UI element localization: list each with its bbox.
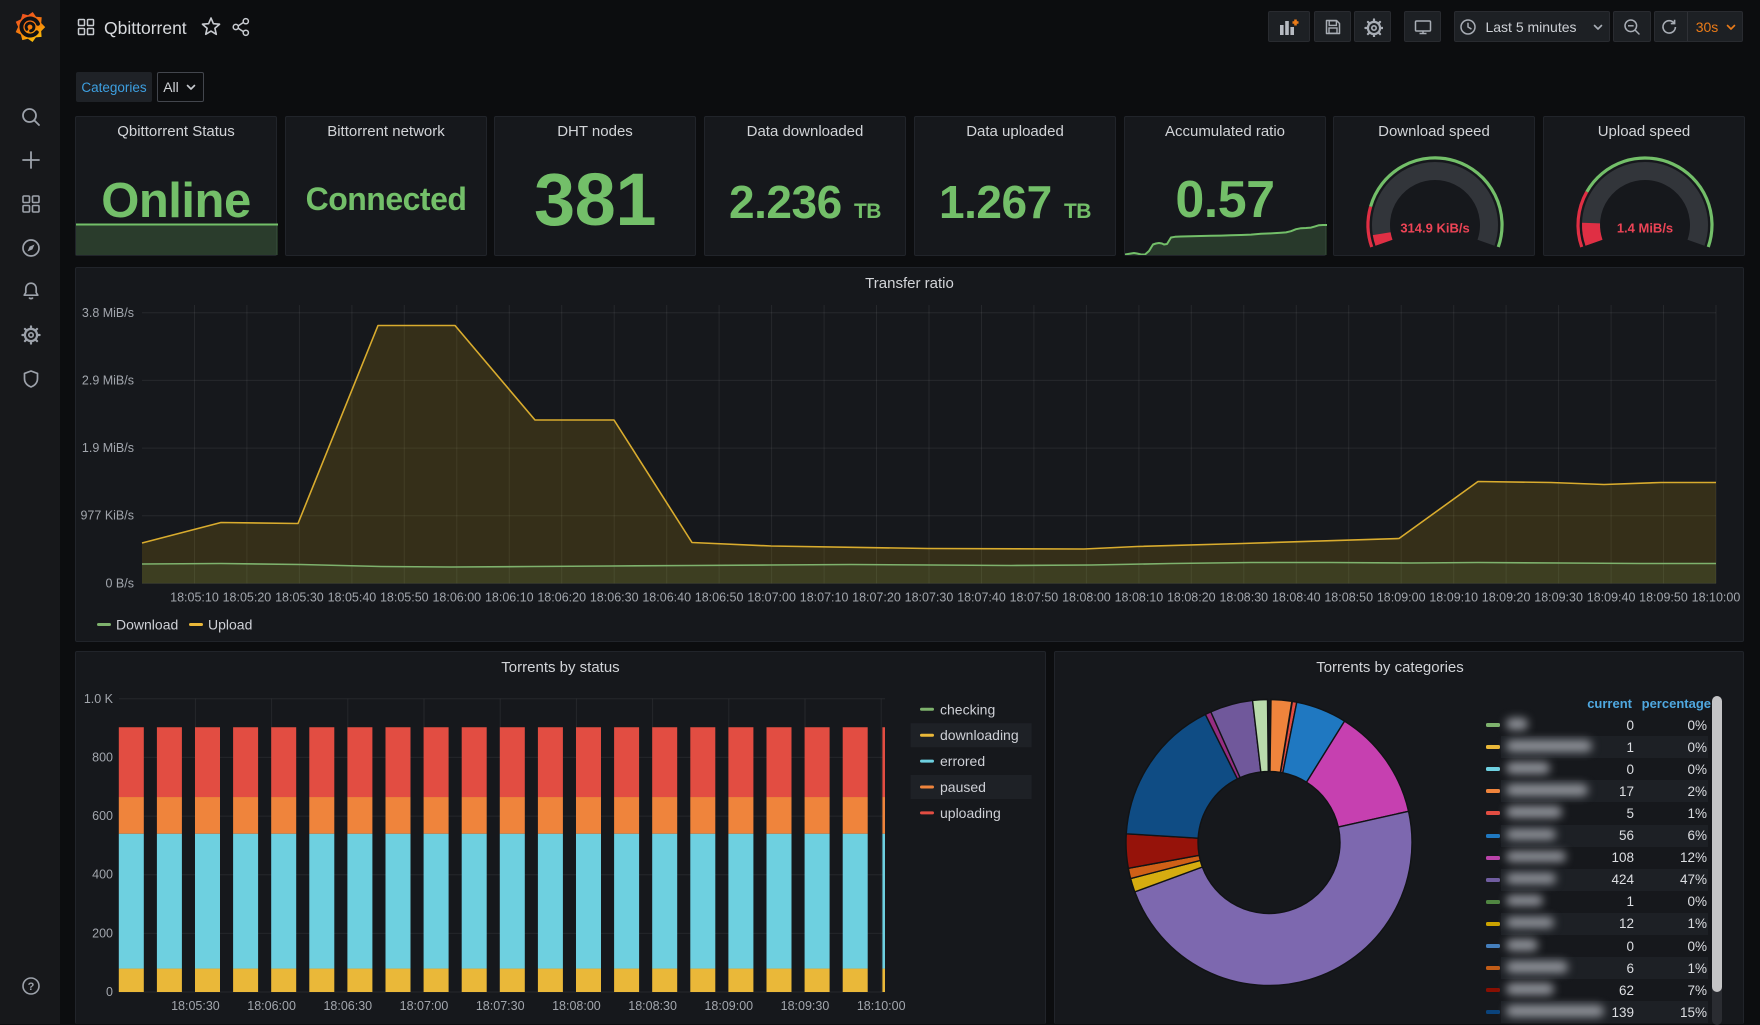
svg-text:checking: checking	[940, 701, 995, 717]
svg-text:18:05:10: 18:05:10	[170, 590, 219, 604]
svg-text:977 KiB/s: 977 KiB/s	[80, 509, 134, 523]
svg-text:18:09:00: 18:09:00	[704, 999, 753, 1013]
svg-text:18:09:10: 18:09:10	[1429, 590, 1478, 604]
svg-text:18:06:20: 18:06:20	[537, 590, 586, 604]
svg-text:3.8 MiB/s: 3.8 MiB/s	[82, 306, 134, 320]
svg-text:1.4 MiB/s: 1.4 MiB/s	[1617, 221, 1673, 236]
svg-text:18:09:00: 18:09:00	[1377, 590, 1426, 604]
svg-text:18:06:30: 18:06:30	[323, 999, 372, 1013]
svg-text:18:07:10: 18:07:10	[800, 590, 849, 604]
svg-text:2.9 MiB/s: 2.9 MiB/s	[82, 373, 134, 387]
svg-text:18:06:40: 18:06:40	[642, 590, 691, 604]
svg-text:18:08:40: 18:08:40	[1272, 590, 1321, 604]
svg-text:18:08:30: 18:08:30	[1219, 590, 1268, 604]
svg-text:18:05:30: 18:05:30	[275, 590, 324, 604]
svg-text:18:07:30: 18:07:30	[905, 590, 954, 604]
svg-text:18:05:20: 18:05:20	[223, 590, 272, 604]
svg-text:18:05:50: 18:05:50	[380, 590, 429, 604]
svg-text:600: 600	[92, 809, 113, 823]
svg-text:0 B/s: 0 B/s	[106, 576, 135, 590]
svg-text:18:10:00: 18:10:00	[1692, 590, 1741, 604]
svg-text:18:05:30: 18:05:30	[171, 999, 220, 1013]
svg-text:18:08:50: 18:08:50	[1324, 590, 1373, 604]
svg-text:18:08:10: 18:08:10	[1115, 590, 1164, 604]
svg-text:1.9 MiB/s: 1.9 MiB/s	[82, 441, 134, 455]
svg-text:18:09:40: 18:09:40	[1587, 590, 1636, 604]
svg-text:18:07:20: 18:07:20	[852, 590, 901, 604]
svg-text:downloading: downloading	[940, 727, 1019, 743]
svg-text:18:07:00: 18:07:00	[747, 590, 796, 604]
svg-text:18:06:50: 18:06:50	[695, 590, 744, 604]
svg-text:314.9 KiB/s: 314.9 KiB/s	[1400, 221, 1469, 236]
svg-text:uploading: uploading	[940, 805, 1001, 821]
svg-text:400: 400	[92, 868, 113, 882]
svg-text:800: 800	[92, 750, 113, 764]
svg-text:18:09:30: 18:09:30	[1534, 590, 1583, 604]
svg-text:200: 200	[92, 926, 113, 940]
svg-text:18:08:30: 18:08:30	[628, 999, 677, 1013]
svg-text:18:09:20: 18:09:20	[1482, 590, 1531, 604]
svg-text:?: ?	[28, 981, 35, 993]
svg-text:18:07:00: 18:07:00	[400, 999, 449, 1013]
svg-text:18:07:40: 18:07:40	[957, 590, 1006, 604]
svg-text:Download: Download	[116, 617, 178, 633]
svg-text:18:07:30: 18:07:30	[476, 999, 525, 1013]
svg-text:18:05:40: 18:05:40	[328, 590, 377, 604]
svg-text:errored: errored	[940, 753, 985, 769]
svg-text:18:09:50: 18:09:50	[1639, 590, 1688, 604]
svg-text:1.0 K: 1.0 K	[84, 692, 114, 706]
svg-text:18:06:00: 18:06:00	[247, 999, 296, 1013]
svg-text:18:07:50: 18:07:50	[1010, 590, 1059, 604]
svg-text:18:08:20: 18:08:20	[1167, 590, 1216, 604]
svg-text:18:09:30: 18:09:30	[781, 999, 830, 1013]
svg-text:18:08:00: 18:08:00	[1062, 590, 1111, 604]
svg-text:18:08:00: 18:08:00	[552, 999, 601, 1013]
svg-text:18:10:00: 18:10:00	[857, 999, 906, 1013]
svg-text:18:06:30: 18:06:30	[590, 590, 639, 604]
svg-text:0: 0	[106, 985, 113, 999]
svg-text:Upload: Upload	[208, 617, 252, 633]
svg-text:paused: paused	[940, 779, 986, 795]
svg-text:18:06:10: 18:06:10	[485, 590, 534, 604]
svg-text:18:06:00: 18:06:00	[432, 590, 481, 604]
